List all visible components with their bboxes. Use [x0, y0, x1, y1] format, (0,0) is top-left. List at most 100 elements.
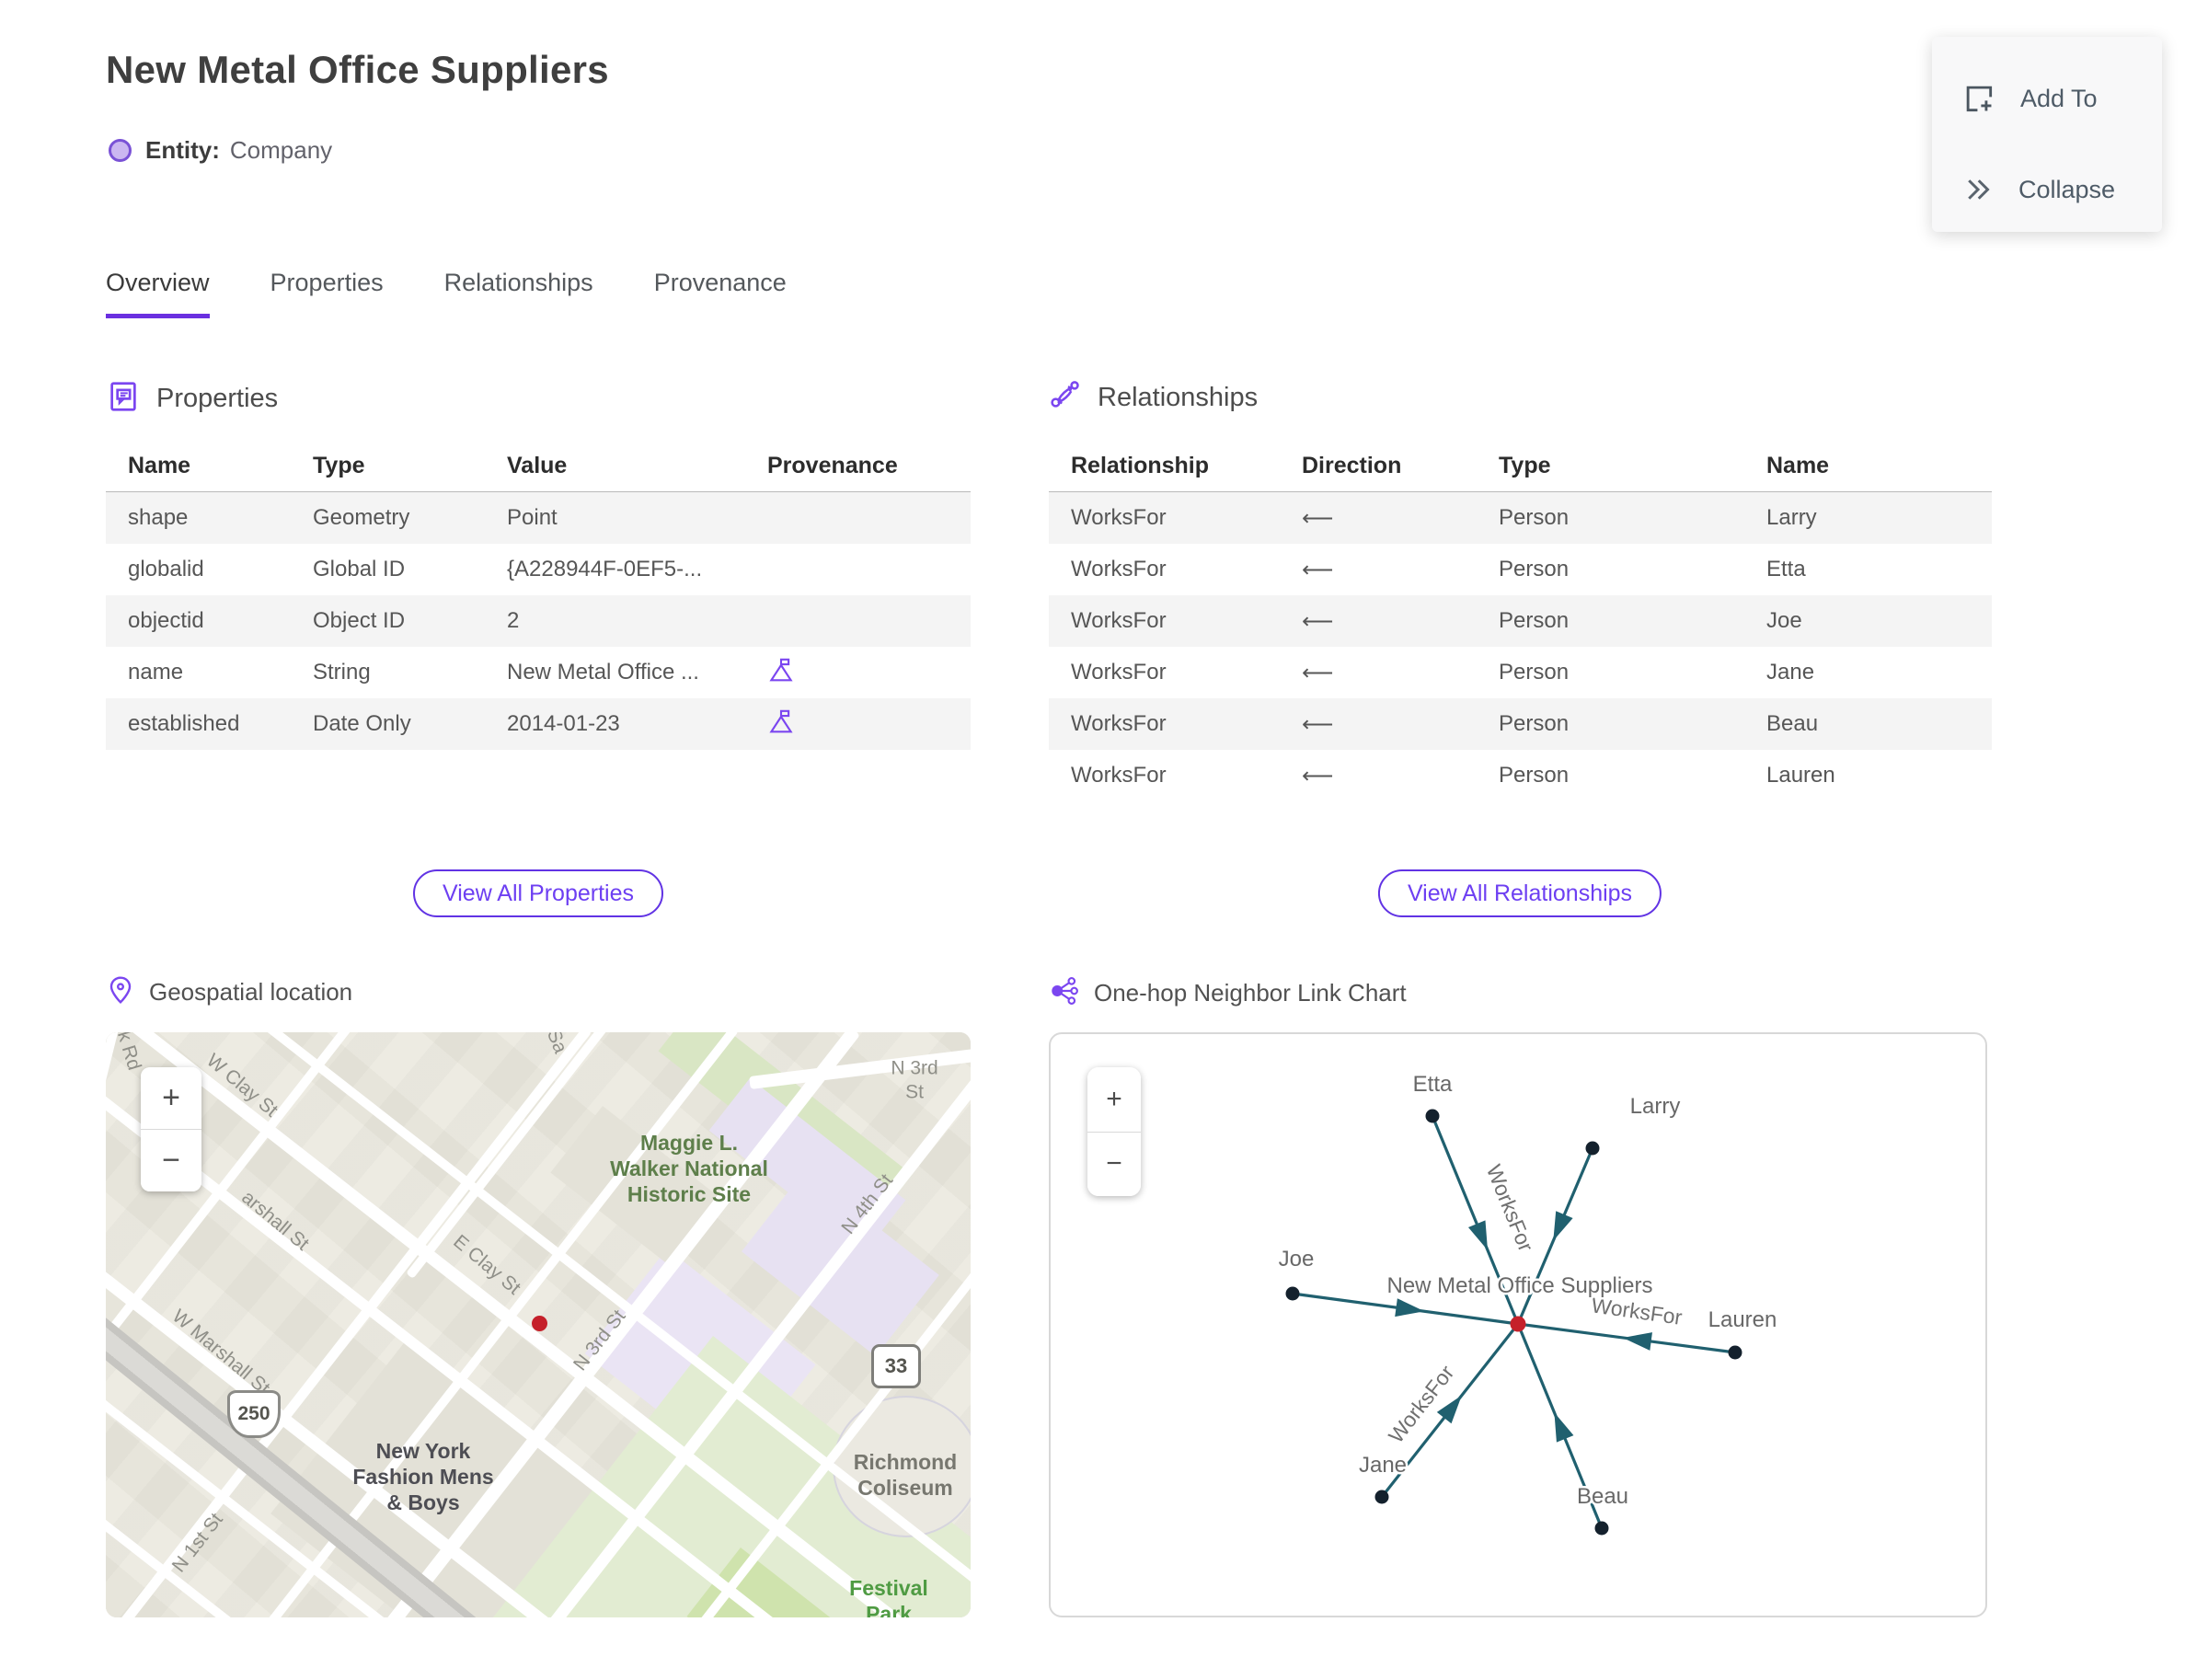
table-cell: ⟵	[1302, 608, 1334, 634]
graph-node-label: Beau	[1577, 1484, 1628, 1509]
properties-section-title: Properties	[156, 384, 279, 413]
provenance-cell[interactable]	[767, 655, 971, 691]
add-to-label: Add To	[2020, 84, 2098, 112]
relationships-table: Relationship Direction Type Name WorksFor ⟵ Pe…	[1049, 440, 1992, 801]
table-cell: String	[313, 660, 371, 685]
table-cell: Date Only	[313, 711, 411, 736]
table-cell[interactable]: WorksFor	[1049, 660, 1302, 685]
property-row-established: established Date Only 2014-01-23	[106, 698, 971, 750]
table-cell[interactable]: Joe	[1766, 608, 1977, 634]
table-cell[interactable]: Etta	[1766, 557, 1977, 582]
column-header-provenance: Provenance	[767, 452, 898, 478]
collapse-label: Collapse	[2018, 175, 2116, 203]
table-cell[interactable]: WorksFor	[1049, 505, 1302, 531]
route-shield-33: 33	[871, 1344, 921, 1388]
map-label: Richmond Coliseum	[853, 1449, 958, 1500]
edge-label-worksfor: WorksFor	[1384, 1361, 1459, 1447]
table-cell[interactable]: WorksFor	[1049, 557, 1302, 582]
graph-node-lauren[interactable]	[1728, 1345, 1742, 1360]
relationship-row-etta: WorksFor ⟵ Person Etta	[1049, 544, 1992, 595]
table-cell: ⟵	[1302, 505, 1334, 531]
entity-type-value: Company	[229, 136, 333, 164]
graph-node-center[interactable]	[1510, 1316, 1526, 1332]
table-header-row: Name Type Value Provenance	[106, 440, 971, 492]
table-cell: ⟵	[1302, 711, 1334, 737]
graph-node-label: Lauren	[1708, 1307, 1777, 1332]
table-cell: ⟵	[1302, 763, 1334, 788]
property-row-objectid: objectid Object ID 2	[106, 595, 971, 647]
linkchart-title: One-hop Neighbor Link Chart	[1094, 979, 1407, 1007]
table-cell: Person	[1499, 557, 1570, 581]
tab-overview[interactable]: Overview	[106, 269, 210, 318]
tab-properties[interactable]: Properties	[270, 269, 384, 318]
relationships-section-title: Relationships	[1098, 383, 1259, 412]
properties-section-header: Properties	[106, 379, 278, 419]
provenance-cell[interactable]	[767, 707, 971, 742]
graph-node-larry[interactable]	[1585, 1141, 1600, 1156]
property-row-name: name String New Metal Office ...	[106, 647, 971, 698]
map-label: Maggie L. Walker National Historic Site	[610, 1130, 768, 1207]
map-zoom-control: + −	[141, 1067, 201, 1191]
map-zoom-out-button[interactable]: −	[141, 1130, 201, 1191]
map-label: N 3rd St	[891, 1057, 938, 1102]
properties-section-icon	[106, 379, 141, 419]
table-cell: Geometry	[313, 505, 410, 530]
linkchart-zoom-in-button[interactable]: +	[1087, 1067, 1141, 1132]
column-header-direction: Direction	[1302, 452, 1402, 478]
link-chart-hub-icon	[1049, 975, 1080, 1011]
table-cell: Person	[1499, 711, 1570, 736]
tab-relationships[interactable]: Relationships	[444, 269, 593, 318]
graph-node-jane[interactable]	[1374, 1490, 1389, 1504]
entity-row: Entity: Company	[109, 136, 332, 165]
graph-node-label: Jane	[1359, 1453, 1407, 1478]
table-cell: established	[128, 711, 240, 736]
table-cell[interactable]: Jane	[1766, 660, 1977, 685]
graph-node-label: Larry	[1630, 1094, 1681, 1119]
table-cell[interactable]: WorksFor	[1049, 711, 1302, 737]
collapse-button[interactable]: Collapse	[1961, 173, 2115, 206]
geospatial-map[interactable]: k Rd W Clay St Sa N 3rd St N 4th St Maggie L.…	[106, 1032, 971, 1617]
graph-node-etta[interactable]	[1425, 1109, 1440, 1123]
relationship-row-joe: WorksFor ⟵ Person Joe	[1049, 595, 1992, 647]
table-cell: Person	[1499, 608, 1570, 633]
edge-arrowhead	[1467, 1220, 1489, 1250]
column-header-name: Name	[1766, 452, 1830, 478]
geospatial-header: Geospatial location	[106, 975, 352, 1009]
relationship-row-beau: WorksFor ⟵ Person Beau	[1049, 698, 1992, 750]
graph-node-beau[interactable]	[1594, 1521, 1609, 1536]
provenance-flag-icon[interactable]	[767, 709, 795, 742]
graph-center-label: New Metal Office Suppliers	[1386, 1273, 1652, 1298]
graph-node-label: Joe	[1279, 1247, 1315, 1272]
map-label: Festival Park	[849, 1575, 928, 1617]
tab-provenance[interactable]: Provenance	[654, 269, 787, 318]
edge-arrowhead	[1395, 1298, 1425, 1318]
graph-node-joe[interactable]	[1285, 1286, 1300, 1301]
relationship-row-lauren: WorksFor ⟵ Person Lauren	[1049, 750, 1992, 801]
linkchart-zoom-control: + −	[1087, 1067, 1141, 1196]
table-cell[interactable]: Larry	[1766, 505, 1977, 531]
map-entity-marker[interactable]	[532, 1316, 547, 1331]
table-cell[interactable]: WorksFor	[1049, 763, 1302, 788]
edge-arrowhead	[1553, 1211, 1573, 1241]
table-cell: {A228944F-0EF5-...	[507, 557, 703, 581]
link-chart-canvas: WorksFor WorksFor WorksFor Etta Larry Joe Laur…	[1276, 1070, 1779, 1536]
add-to-button[interactable]: Add To	[1961, 81, 2098, 116]
linkchart-zoom-out-button[interactable]: −	[1087, 1132, 1141, 1196]
actions-panel: Add To Collapse	[1932, 37, 2162, 232]
properties-table: Name Type Value Provenance shape Geometry Poin…	[106, 440, 971, 750]
one-hop-link-chart[interactable]: WorksFor WorksFor WorksFor Etta Larry Joe Laur…	[1049, 1032, 1987, 1617]
entity-label: Entity:	[145, 136, 220, 164]
table-cell[interactable]: Lauren	[1766, 763, 1977, 788]
table-cell: name	[128, 660, 184, 685]
edge-arrowhead	[1554, 1412, 1574, 1443]
table-cell[interactable]: WorksFor	[1049, 608, 1302, 634]
view-all-properties-button[interactable]: View All Properties	[413, 869, 663, 917]
table-cell: 2	[507, 608, 520, 633]
provenance-flag-icon[interactable]	[767, 658, 795, 690]
table-cell[interactable]: Beau	[1766, 711, 1977, 737]
column-header-relationship: Relationship	[1071, 452, 1210, 478]
entity-details-page: New Metal Office Suppliers Entity: Compa…	[0, 0, 2208, 1680]
column-header-value: Value	[507, 452, 568, 478]
view-all-relationships-button[interactable]: View All Relationships	[1377, 869, 1662, 917]
map-zoom-in-button[interactable]: +	[141, 1067, 201, 1129]
